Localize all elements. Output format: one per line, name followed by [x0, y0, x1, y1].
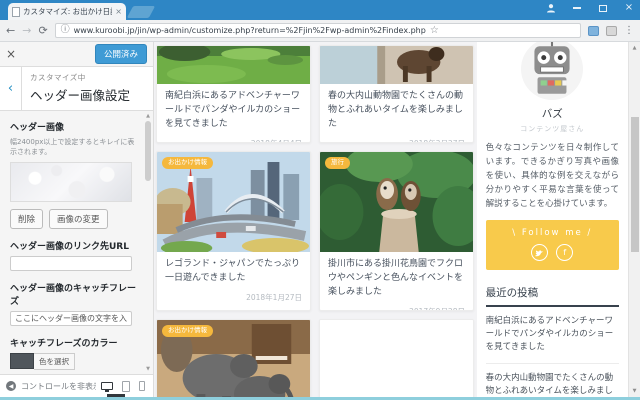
- browser-tab[interactable]: カスタマイズ: お出かけ日記… ×: [8, 3, 126, 20]
- color-swatch[interactable]: [10, 353, 34, 369]
- tab-close-icon[interactable]: ×: [115, 7, 122, 16]
- post-date: 2018年1月27日: [246, 292, 302, 302]
- post-card[interactable]: 南紀白浜にあるアドベンチャーワールドでパンダやイルカのショーを見てきました 20…: [156, 45, 311, 143]
- customizer-close-icon[interactable]: ×: [6, 47, 16, 61]
- tab-title: カスタマイズ: お出かけ日記…: [23, 7, 112, 16]
- twitter-icon[interactable]: [531, 244, 549, 262]
- maximize-button[interactable]: [596, 2, 610, 14]
- link-url-input[interactable]: [10, 256, 132, 271]
- catch-color-label: キャッチフレーズのカラー: [10, 339, 118, 349]
- hide-controls-label[interactable]: コントロールを非表示: [21, 381, 96, 392]
- link-url-label: ヘッダー画像のリンク先URL: [10, 242, 129, 252]
- extension-icon[interactable]: [588, 25, 599, 36]
- category-badge[interactable]: お出かけ情報: [162, 325, 213, 337]
- post-date: 2017年9月28日: [328, 306, 465, 310]
- header-image-label: ヘッダー画像: [10, 123, 65, 133]
- post-thumbnail: お出かけ情報: [157, 152, 310, 252]
- profile-avatar: [521, 42, 584, 100]
- post-card[interactable]: お出かけ情報: [156, 319, 311, 397]
- follow-label: \ Follow me /: [512, 228, 593, 239]
- header-image-description: 幅2400px以上で設定するとキレイに表示されます。: [10, 138, 135, 156]
- page-content: × 公開済み ‹ カスタマイズ中 ヘッダー画像設定 ヘッダー画像 幅2400px…: [0, 42, 640, 397]
- panel-title: ヘッダー画像設定: [30, 88, 131, 103]
- forward-icon: →: [22, 24, 32, 37]
- post-title[interactable]: 春の大内山動物園でたくさんの動物とふれあいタイムを楽しみました: [328, 90, 465, 132]
- delete-image-button[interactable]: 削除: [10, 209, 44, 229]
- scrollbar-thumb[interactable]: [631, 117, 639, 252]
- reload-icon[interactable]: ⟳: [38, 25, 47, 36]
- browser-toolbar: ← → ⟳ ⓘ www.kuroobi.jp/jin/wp-admin/cust…: [0, 20, 640, 42]
- sidebar-scrollbar[interactable]: ▲ ▼: [144, 111, 152, 374]
- site-preview: 南紀白浜にあるアドベンチャーワールドでパンダやイルカのショーを見てきました 20…: [154, 42, 640, 397]
- customizer-sidebar: × 公開済み ‹ カスタマイズ中 ヘッダー画像設定 ヘッダー画像 幅2400px…: [0, 42, 154, 397]
- profile-icon[interactable]: [544, 2, 558, 14]
- catchphrase-label: ヘッダー画像のキャッチフレーズ: [10, 284, 137, 307]
- profile-role: コンテンツ屋さん: [520, 125, 585, 133]
- profile-bio: 色々なコンテンツを日々制作しています。できるかぎり写真や画像を使い、具体的な例を…: [485, 143, 619, 210]
- new-tab-button[interactable]: [126, 6, 156, 18]
- post-date: 2018年3月27日: [328, 138, 465, 142]
- preview-tablet-icon[interactable]: [122, 380, 130, 392]
- post-card-grid: 南紀白浜にあるアドベンチャーワールドでパンダやイルカのショーを見てきました 20…: [154, 42, 475, 397]
- recent-post-link[interactable]: 南紀白浜にあるアドベンチャーワールドでパンダやイルカのショーを見てきました: [485, 307, 619, 364]
- post-thumbnail: 旅行: [320, 152, 473, 252]
- facebook-icon[interactable]: f: [556, 244, 574, 262]
- post-thumbnail: [157, 46, 310, 84]
- customizer-controls: ヘッダー画像 幅2400px以上で設定するとキレイに表示されます。 削除 画像の…: [0, 111, 153, 374]
- site-info-icon[interactable]: ⓘ: [61, 26, 70, 35]
- collapse-controls-icon[interactable]: ◀: [6, 381, 16, 391]
- post-thumbnail: [320, 46, 473, 84]
- post-card[interactable]: お出かけ情報 レゴランド・ジャパンでたっぷり一日遊んできました 2018年1月2…: [156, 151, 311, 311]
- post-thumbnail: お出かけ情報: [157, 320, 310, 397]
- preview-desktop-icon[interactable]: [101, 382, 113, 392]
- preview-mobile-icon[interactable]: [139, 381, 145, 391]
- catchphrase-input[interactable]: [10, 311, 132, 326]
- select-color-button[interactable]: 色を選択: [34, 353, 75, 370]
- scroll-up-icon[interactable]: ▲: [144, 113, 152, 119]
- post-thumbnail: [320, 320, 473, 397]
- bookmark-star-icon[interactable]: ☆: [430, 25, 439, 36]
- page-favicon-icon: [12, 6, 20, 17]
- recent-post-link[interactable]: 春の大内山動物園でたくさんの動物とふれあいタイムを楽しみました: [486, 364, 619, 397]
- panel-back-button[interactable]: ‹: [0, 67, 22, 110]
- follow-box: \ Follow me / f: [485, 220, 619, 271]
- window-controls: ×: [544, 2, 636, 14]
- customizer-footer: ◀ コントロールを非表示: [0, 374, 153, 397]
- category-badge[interactable]: 旅行: [325, 157, 350, 169]
- panel-header: ‹ カスタマイズ中 ヘッダー画像設定: [0, 67, 153, 111]
- minimize-button[interactable]: [570, 2, 584, 14]
- url-text: www.kuroobi.jp/jin/wp-admin/customize.ph…: [73, 26, 426, 35]
- window-close-button[interactable]: ×: [622, 2, 636, 14]
- scroll-down-icon[interactable]: ▼: [144, 366, 152, 372]
- scroll-down-icon[interactable]: ▼: [629, 388, 640, 394]
- sidebar-widgets: バズ コンテンツ屋さん 色々なコンテンツを日々制作しています。できるかぎり写真や…: [476, 42, 628, 397]
- change-image-button[interactable]: 画像の変更: [49, 209, 108, 229]
- category-badge[interactable]: お出かけ情報: [162, 157, 213, 169]
- post-title[interactable]: レゴランド・ジャパンでたっぷり一日遊んできました: [165, 258, 302, 286]
- post-date: 2018年4月4日: [165, 138, 302, 142]
- profile-name: バズ: [541, 108, 563, 120]
- customizer-topbar: × 公開済み: [0, 42, 153, 67]
- preview-scrollbar[interactable]: ▲ ▼: [628, 42, 640, 397]
- publish-button[interactable]: 公開済み: [94, 44, 147, 64]
- post-title[interactable]: 南紀白浜にあるアドベンチャーワールドでパンダやイルカのショーを見てきました: [165, 90, 302, 132]
- back-icon[interactable]: ←: [6, 25, 15, 36]
- scrollbar-thumb[interactable]: [145, 121, 151, 181]
- header-image-thumbnail: [10, 162, 132, 202]
- browser-window: カスタマイズ: お出かけ日記… × × ← → ⟳ ⓘ www.kuroobi.…: [0, 0, 640, 400]
- screenshot-extension-icon[interactable]: [606, 25, 617, 36]
- post-card[interactable]: 春の大内山動物園でたくさんの動物とふれあいタイムを楽しみました 2018年3月2…: [319, 45, 474, 143]
- browser-titlebar: カスタマイズ: お出かけ日記… × ×: [0, 0, 640, 20]
- post-card[interactable]: 旅行 掛川市にある掛川花鳥園でフクロウやペンギンと色んなイベントを楽しみました …: [319, 151, 474, 311]
- post-card[interactable]: [319, 319, 474, 397]
- recent-posts-heading: 最近の投稿: [485, 285, 619, 308]
- scroll-up-icon[interactable]: ▲: [629, 45, 640, 51]
- panel-context: カスタマイズ中: [30, 73, 86, 82]
- post-title[interactable]: 掛川市にある掛川花鳥園でフクロウやペンギンと色んなイベントを楽しみました: [328, 258, 465, 300]
- browser-menu-icon[interactable]: ⋮: [624, 25, 634, 36]
- address-bar[interactable]: ⓘ www.kuroobi.jp/jin/wp-admin/customize.…: [54, 23, 581, 38]
